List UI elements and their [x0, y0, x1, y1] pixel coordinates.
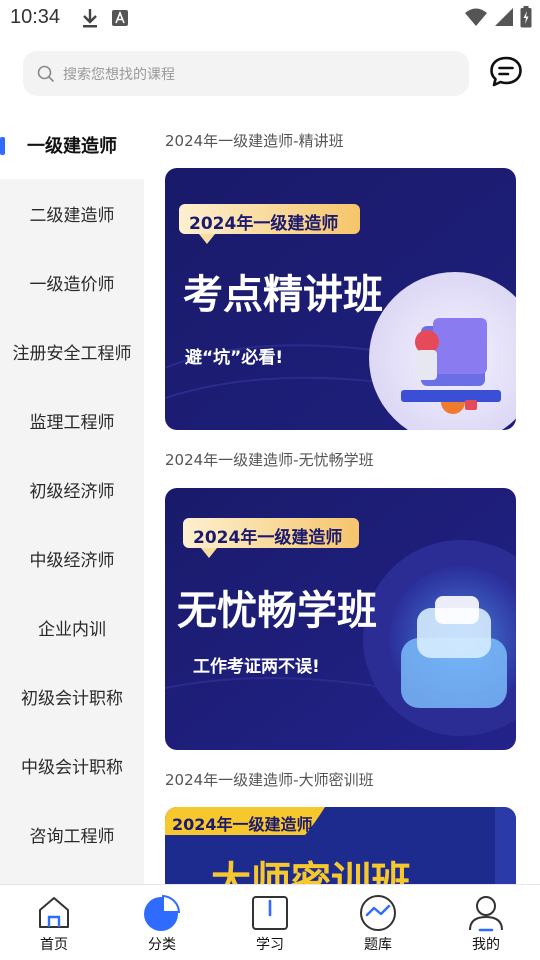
tab-home[interactable]: 首页 — [0, 885, 108, 960]
banner-tag: 2024年一级建造师 — [172, 815, 313, 834]
sidebar-item-label: 初级经济师 — [29, 482, 115, 502]
sidebar-item-erji-jianzaoshi[interactable]: 二级建造师 — [0, 179, 144, 248]
banner-subtitle: 工作考证两不误! — [193, 657, 320, 677]
tab-label: 学习 — [256, 937, 284, 953]
tab-study[interactable]: 学习 — [216, 885, 324, 960]
sidebar-item-zixun-gongchengshi[interactable]: 咨询工程师 — [0, 800, 144, 869]
status-system-icons — [464, 6, 532, 28]
banner-subtitle: 避“坑”必看! — [185, 348, 284, 368]
course-title[interactable]: 2024年一级建造师-精讲班 — [165, 130, 344, 151]
sidebar-item-label: 中级经济师 — [29, 551, 115, 571]
tab-label: 分类 — [148, 937, 176, 953]
download-icon — [83, 9, 97, 28]
sidebar-item-label: 初级会计职称 — [21, 689, 123, 709]
sidebar-item-yiji-jianzaoshi[interactable]: 一级建造师 — [0, 110, 144, 179]
sidebar-item-yiji-zaojiashi[interactable]: 一级造价师 — [0, 248, 144, 317]
message-icon[interactable] — [488, 54, 524, 90]
status-notification-icons — [80, 7, 128, 29]
banner-headline: 无忧畅学班 — [177, 588, 377, 634]
sidebar-item-anquan-gongchengshi[interactable]: 注册安全工程师 — [0, 317, 144, 386]
tab-category[interactable]: 分类 — [108, 885, 216, 960]
tab-label: 首页 — [40, 937, 68, 953]
sidebar-item-zhongji-kuaiji[interactable]: 中级会计职称 — [0, 731, 144, 800]
chart-circle-icon — [360, 895, 396, 931]
home-icon — [39, 897, 69, 928]
active-indicator — [0, 137, 5, 155]
sidebar-item-label: 中级会计职称 — [21, 758, 123, 778]
signal-icon — [495, 8, 513, 26]
banner-headline: 大师密训班 — [211, 859, 411, 884]
sidebar-item-label: 注册安全工程师 — [12, 344, 132, 364]
sidebar-item-zhongji-jingjishi[interactable]: 中级经济师 — [0, 524, 144, 593]
sidebar-item-jianli-gongchengshi[interactable]: 监理工程师 — [0, 386, 144, 455]
tab-label: 我的 — [472, 937, 500, 953]
wifi-icon — [465, 8, 487, 26]
banner-headline: 考点精讲班 — [183, 272, 383, 318]
tab-mine[interactable]: 我的 — [432, 885, 540, 960]
course-banner-dashi[interactable]: 2024年一级建造师 大师密训班 — [165, 807, 516, 884]
sidebar-item-chuji-jingjishi[interactable]: 初级经济师 — [0, 455, 144, 524]
course-banner-jingjiang[interactable]: 2024年一级建造师 考点精讲班 避“坑”必看! — [165, 168, 516, 430]
sidebar-item-chuji-kuaiji[interactable]: 初级会计职称 — [0, 662, 144, 731]
app-notification-icon — [112, 10, 128, 26]
sidebar-item-label: 企业内训 — [38, 620, 106, 640]
banner-tag: 2024年一级建造师 — [189, 214, 339, 234]
sidebar-item-label: 监理工程师 — [29, 413, 115, 433]
sidebar-item-label: 一级造价师 — [29, 275, 115, 295]
course-title[interactable]: 2024年一级建造师-无忧畅学班 — [165, 449, 374, 470]
banner-tag: 2024年一级建造师 — [193, 528, 343, 548]
battery-icon — [520, 6, 532, 28]
user-icon — [469, 896, 503, 932]
course-banner-wuyou[interactable]: 2024年一级建造师 无忧畅学班 工作考证两不误! — [165, 488, 516, 750]
tab-question-bank[interactable]: 题库 — [324, 885, 432, 960]
course-title[interactable]: 2024年一级建造师-大师密训班 — [165, 769, 374, 790]
status-bar: 10:34 — [0, 0, 540, 38]
tab-label: 题库 — [364, 937, 392, 953]
category-sidebar: 一级建造师 二级建造师 一级造价师 注册安全工程师 监理工程师 初级经济师 中级… — [0, 110, 144, 884]
bottom-tab-bar: 首页 分类 学习 题库 我的 — [0, 884, 540, 960]
sidebar-item-label: 一级建造师 — [27, 135, 117, 157]
book-icon — [252, 896, 288, 930]
sidebar-item-label: 咨询工程师 — [29, 827, 115, 847]
search-icon — [37, 65, 55, 82]
search-placeholder: 搜索您想找的课程 — [63, 66, 175, 83]
search-input[interactable]: 搜索您想找的课程 — [23, 51, 469, 96]
sidebar-item-qiye-neixun[interactable]: 企业内训 — [0, 593, 144, 662]
status-time: 10:34 — [10, 6, 61, 28]
sidebar-item-label: 二级建造师 — [29, 206, 115, 226]
pie-chart-icon — [144, 894, 181, 931]
